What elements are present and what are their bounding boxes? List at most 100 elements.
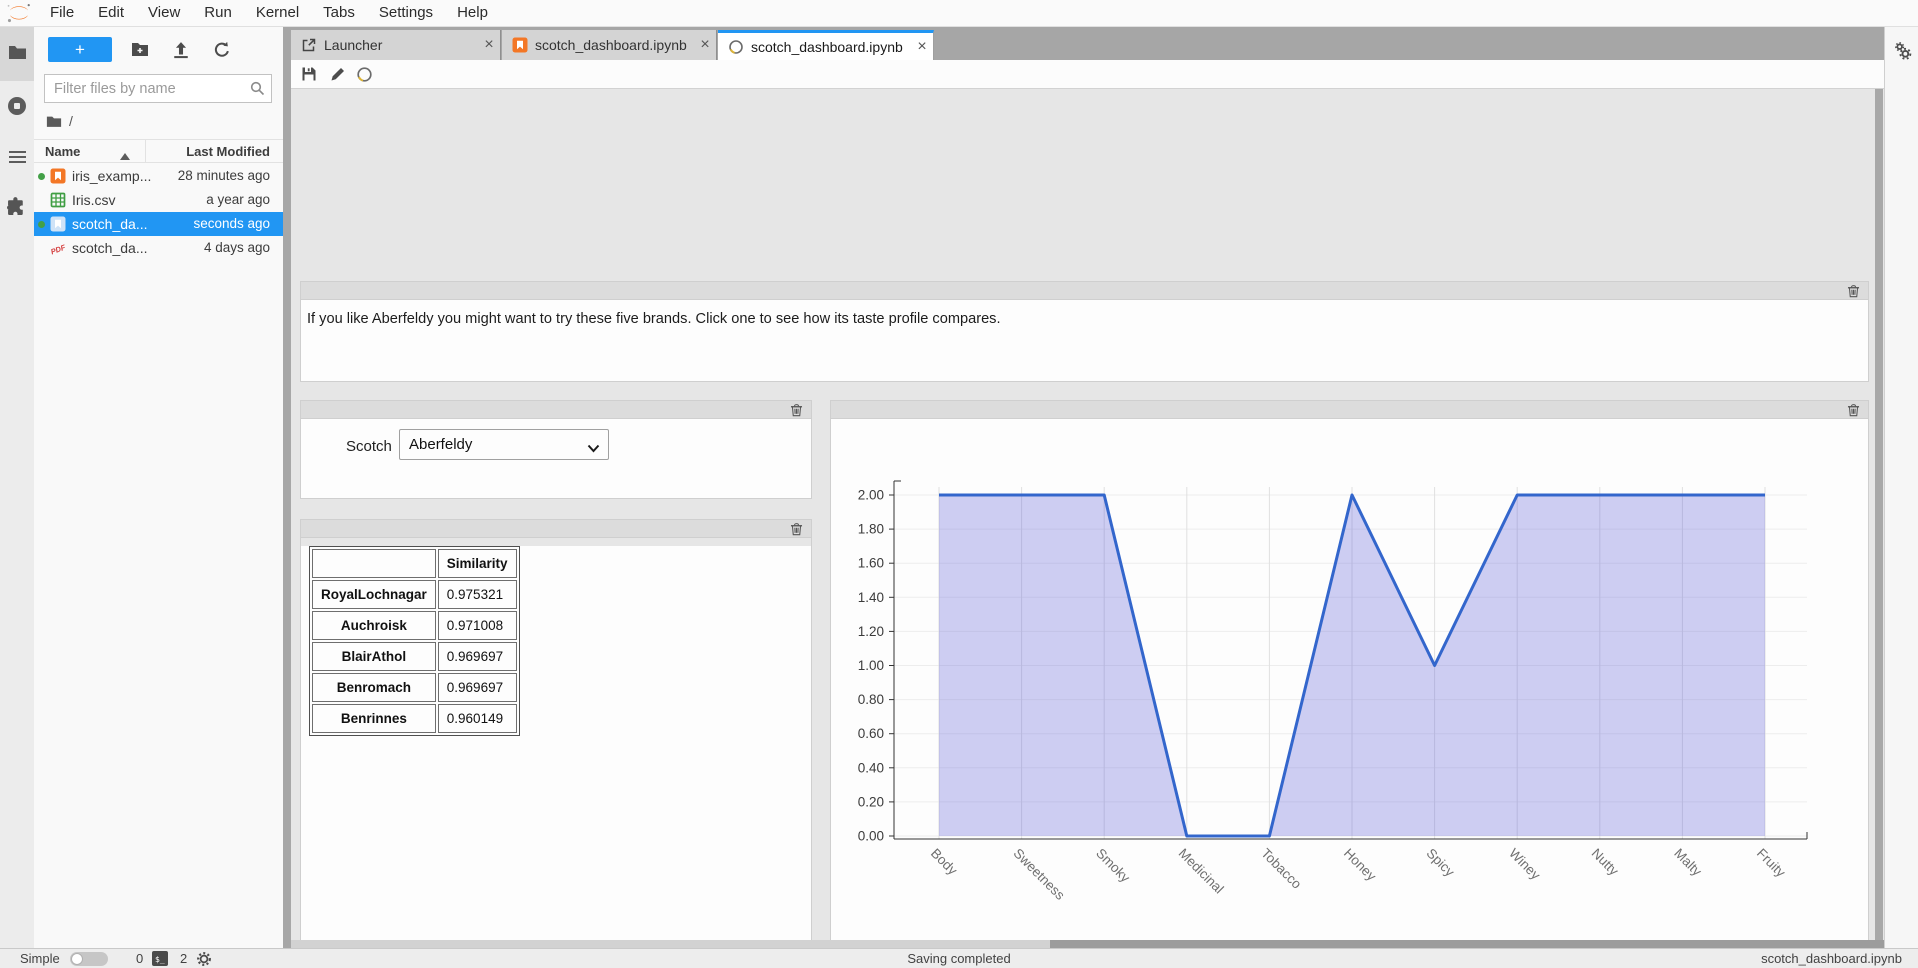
file-name: Iris.csv	[72, 192, 116, 208]
delete-cell-icon[interactable]	[1847, 284, 1860, 298]
similarity-column-header: Similarity	[438, 549, 517, 578]
scotch-select-label: Scotch	[346, 438, 392, 455]
brand-name[interactable]: Benromach	[312, 673, 436, 702]
jupyter-logo-icon	[6, 2, 32, 24]
horizontal-scrollbar-track	[291, 940, 1884, 948]
jupyterlab-window: FileEditViewRunKernelTabsSettingsHelp +	[0, 0, 1918, 968]
dock-tab-bar: Launcher×scotch_dashboard.ipynb×scotch_d…	[283, 27, 1884, 60]
svg-text:Medicinal: Medicinal	[1176, 846, 1227, 897]
table-row-blairathol[interactable]: BlairAthol0.969697	[312, 642, 517, 671]
file-row-3[interactable]: scotch_da...seconds ago	[34, 212, 283, 236]
kernel-status-icon[interactable]	[356, 66, 373, 83]
new-launcher-button[interactable]: +	[48, 37, 112, 62]
notebook-icon	[512, 37, 528, 53]
running-dot-icon	[38, 173, 45, 180]
pdf-icon: PDF	[50, 240, 66, 256]
extension-manager-icon[interactable]	[7, 195, 28, 216]
vertical-scrollbar[interactable]	[1875, 89, 1883, 940]
filter-files-input[interactable]	[44, 74, 272, 103]
launcher-icon	[301, 37, 317, 53]
close-icon[interactable]: ×	[911, 38, 933, 56]
delete-cell-icon[interactable]	[790, 403, 803, 417]
menu-kernel[interactable]: Kernel	[244, 4, 311, 21]
similarity-value: 0.960149	[438, 704, 517, 733]
file-name: scotch_da...	[72, 216, 148, 232]
file-browser-panel: + / Name	[34, 27, 283, 948]
kernel-circle-icon	[728, 39, 744, 55]
upload-icon[interactable]	[172, 41, 190, 58]
panel-splitter[interactable]	[283, 60, 291, 948]
tab-2-scotch-dashboard-ipynb[interactable]: scotch_dashboard.ipynb×	[502, 30, 717, 60]
text-cell: If you like Aberfeldy you might want to …	[300, 281, 1869, 382]
scotch-select[interactable]: Aberfeldy	[399, 429, 609, 460]
table-of-contents-icon[interactable]	[8, 149, 27, 168]
menu-view[interactable]: View	[136, 4, 192, 21]
menu-settings[interactable]: Settings	[367, 4, 445, 21]
svg-text:0.40: 0.40	[858, 760, 884, 775]
cell-header	[301, 520, 811, 538]
brand-name[interactable]: BlairAthol	[312, 642, 436, 671]
svg-text:1.60: 1.60	[858, 556, 884, 571]
tab-label: Launcher	[324, 37, 478, 53]
menu-run[interactable]: Run	[192, 4, 244, 21]
brand-name[interactable]: Benrinnes	[312, 704, 436, 733]
save-icon[interactable]	[301, 66, 317, 82]
svg-text:1.40: 1.40	[858, 590, 884, 605]
chart-cell: 0.000.200.400.600.801.001.201.401.601.80…	[830, 400, 1869, 940]
notebook-icon	[50, 216, 66, 232]
home-folder-icon	[46, 115, 62, 128]
edit-pencil-icon[interactable]	[330, 66, 346, 82]
table-row-royallochnagar[interactable]: RoyalLochnagar0.975321	[312, 580, 517, 609]
svg-text:Honey: Honey	[1341, 846, 1379, 884]
breadcrumb[interactable]: /	[46, 112, 73, 130]
menu-help[interactable]: Help	[445, 4, 500, 21]
dropdown-cell: Scotch Aberfeldy	[300, 400, 812, 499]
table-row-benrinnes[interactable]: Benrinnes0.960149	[312, 704, 517, 733]
file-row-4[interactable]: PDFscotch_da...4 days ago	[34, 236, 283, 260]
menu-edit[interactable]: Edit	[86, 4, 136, 21]
property-inspector-gears-icon[interactable]	[1892, 40, 1913, 61]
svg-text:0.60: 0.60	[858, 726, 884, 741]
dashboard-content: If you like Aberfeldy you might want to …	[291, 89, 1884, 940]
tab-3-scotch-dashboard-ipynb[interactable]: scotch_dashboard.ipynb×	[718, 30, 934, 60]
file-name: iris_examp...	[72, 168, 151, 184]
file-row-1[interactable]: iris_examp...28 minutes ago	[34, 164, 283, 188]
table-row-benromach[interactable]: Benromach0.969697	[312, 673, 517, 702]
svg-text:2.00: 2.00	[858, 488, 884, 503]
table-row-auchroisk[interactable]: Auchroisk0.971008	[312, 611, 517, 640]
svg-text:Malty: Malty	[1671, 846, 1705, 880]
file-row-2[interactable]: Iris.csv a year ago	[34, 188, 283, 212]
tab-1-launcher[interactable]: Launcher×	[291, 30, 501, 60]
svg-text:PDF: PDF	[50, 243, 66, 256]
menu-file[interactable]: File	[38, 4, 86, 21]
breadcrumb-root[interactable]: /	[69, 113, 73, 129]
menu-tabs[interactable]: Tabs	[311, 4, 367, 21]
cell-header	[301, 401, 811, 419]
brand-name[interactable]: RoyalLochnagar	[312, 580, 436, 609]
new-folder-icon[interactable]	[131, 41, 149, 58]
svg-text:1.20: 1.20	[858, 624, 884, 639]
running-sessions-icon[interactable]	[6, 95, 28, 117]
svg-text:Spicy: Spicy	[1423, 846, 1457, 880]
horizontal-scrollbar-thumb[interactable]	[1050, 940, 1884, 948]
svg-text:0.00: 0.00	[858, 829, 884, 844]
tab-label: scotch_dashboard.ipynb	[535, 37, 694, 53]
svg-text:Sweetness: Sweetness	[1010, 846, 1067, 903]
delete-cell-icon[interactable]	[790, 522, 803, 536]
file-modified: a year ago	[206, 192, 270, 207]
similarity-value: 0.969697	[438, 673, 517, 702]
svg-text:Tobacco: Tobacco	[1258, 846, 1304, 892]
delete-cell-icon[interactable]	[1847, 403, 1860, 417]
cell-header	[831, 401, 1868, 419]
file-browser-toolbar: +	[34, 33, 283, 65]
close-icon[interactable]: ×	[478, 36, 500, 54]
notebook-icon	[50, 168, 66, 184]
file-browser-icon[interactable]	[8, 44, 27, 63]
svg-text:Winey: Winey	[1506, 846, 1543, 883]
column-divider	[145, 140, 146, 163]
brand-name[interactable]: Auchroisk	[312, 611, 436, 640]
close-icon[interactable]: ×	[694, 36, 716, 54]
column-header-name[interactable]: Name	[45, 144, 80, 159]
refresh-icon[interactable]	[213, 41, 231, 58]
column-header-last-modified[interactable]: Last Modified	[186, 144, 270, 159]
